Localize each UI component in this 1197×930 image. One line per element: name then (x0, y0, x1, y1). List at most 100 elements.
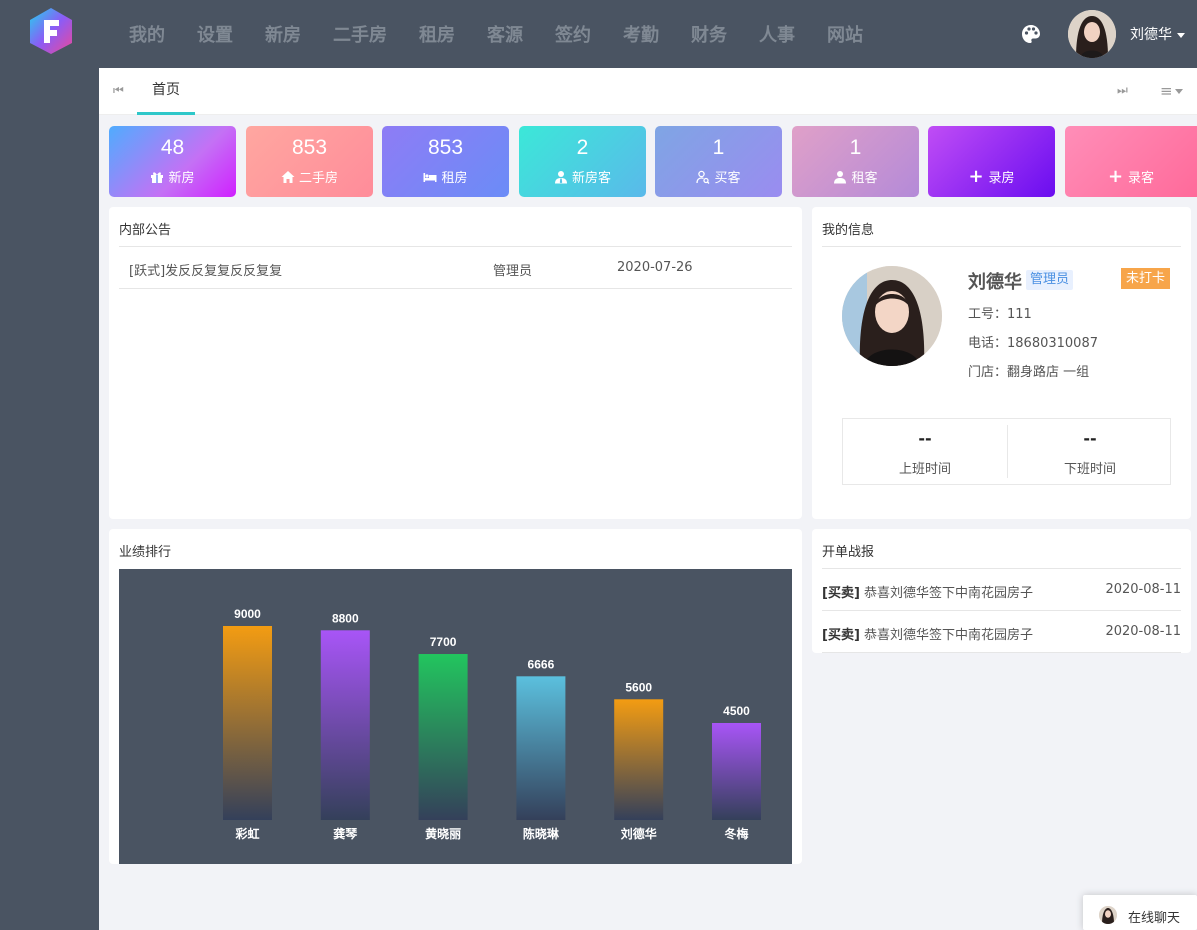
clock-in-value: -- (918, 429, 932, 448)
nav-item-contracts[interactable]: 签约 (555, 21, 591, 47)
category-label: 龚琴 (333, 826, 358, 841)
bar-2[interactable] (418, 654, 468, 820)
bar-value-label: 6666 (528, 657, 555, 671)
card-count: 2 (576, 136, 589, 159)
notice-item-author: 管理员 (493, 264, 533, 279)
report-row[interactable]: [买卖] 恭喜刘德华签下中南花园房子 2020-08-11 (822, 611, 1181, 653)
category-label: 刘德华 (621, 826, 657, 841)
card-label: 录客 (1128, 171, 1155, 186)
chat-avatar (1099, 906, 1117, 924)
bar-value-label: 5600 (625, 680, 652, 694)
my-info-panel: 我的信息 刘德华 管理员 未打卡 工号：111 电话：18680310087 门… (812, 207, 1191, 519)
user-avatar[interactable] (1068, 10, 1116, 58)
bed-icon (423, 172, 437, 182)
card-new-house[interactable]: 48 新房 (109, 126, 236, 197)
notice-item-date: 2020-07-26 (617, 260, 693, 275)
notice-panel: 内部公告 [跃式]发反反复复反反复复 管理员 2020-07-26 (109, 207, 802, 519)
report-text: 恭喜刘德华签下中南花园房子 (859, 628, 1034, 643)
ranking-panel: 业绩排行 9000 彩虹 8800 龚琴 7700 黄晓丽 6666 陈晓琳 5600 刘德华 45… (109, 529, 802, 864)
ranking-title: 业绩排行 (119, 545, 172, 560)
plus-icon: + (1107, 166, 1124, 187)
clock-box: -- 上班时间 -- 下班时间 (842, 418, 1171, 485)
card-new-customer[interactable]: 2 新房客 (519, 126, 646, 197)
report-title: 开单战报 (822, 545, 875, 560)
card-second-hand[interactable]: 853 二手房 (246, 126, 373, 197)
bar-1[interactable] (320, 630, 370, 820)
clock-in: -- 上班时间 (843, 419, 1007, 484)
clock-out-value: -- (1083, 429, 1097, 448)
card-label: 录房 (988, 171, 1015, 186)
card-tenant[interactable]: 1 租客 (792, 126, 919, 197)
tab-home[interactable]: 首页 (137, 68, 195, 115)
user-icon (834, 170, 847, 183)
scroll-right-icon[interactable]: ⏭ (1117, 83, 1128, 98)
role-badge: 管理员 (1026, 270, 1074, 290)
user-menu[interactable]: 刘德华 (1130, 24, 1185, 44)
palette-icon[interactable] (1020, 23, 1042, 45)
bar-3[interactable] (516, 676, 566, 820)
tab-menu-icon[interactable]: ≡ (1160, 82, 1183, 100)
category-label: 陈晓琳 (523, 826, 560, 841)
card-add-house[interactable]: + 录房 (928, 126, 1055, 197)
house-icon (281, 170, 295, 183)
chat-label: 在线聊天 (1128, 911, 1181, 926)
user-search-icon (696, 170, 710, 184)
profile-store: 门店：翻身路店 一组 (968, 365, 1090, 380)
clock-status-badge: 未打卡 (1121, 268, 1170, 289)
sidebar (0, 68, 99, 930)
nav-item-settings[interactable]: 设置 (197, 21, 233, 47)
bar-4[interactable] (614, 699, 664, 820)
category-label: 冬梅 (724, 826, 748, 841)
bar-value-label: 8800 (332, 611, 359, 625)
nav-item-hr[interactable]: 人事 (759, 21, 795, 47)
my-info-title: 我的信息 (822, 223, 875, 238)
card-rental[interactable]: 853 租房 (382, 126, 509, 197)
nav-item-finance[interactable]: 财务 (691, 21, 727, 47)
bar-value-label: 9000 (234, 607, 261, 621)
card-label: 买客 (714, 171, 741, 186)
report-panel: 开单战报 [买卖] 恭喜刘德华签下中南花园房子 2020-08-11 [买卖] … (812, 529, 1191, 653)
profile-job-number: 工号：111 (968, 307, 1032, 322)
profile-avatar (842, 266, 942, 366)
report-date: 2020-08-11 (1105, 624, 1181, 639)
nav-item-attendance[interactable]: 考勤 (623, 21, 659, 47)
top-bar: 我的 设置 新房 二手房 租房 客源 签约 考勤 财务 人事 网站 刘德华 (0, 0, 1197, 68)
nav-item-website[interactable]: 网站 (827, 21, 863, 47)
profile-phone: 电话：18680310087 (968, 336, 1098, 351)
report-text: 恭喜刘德华签下中南花园房子 (859, 586, 1034, 601)
card-count: 1 (849, 136, 862, 159)
bar-value-label: 7700 (430, 635, 457, 649)
bar-5[interactable] (712, 723, 761, 820)
nav-item-customers[interactable]: 客源 (487, 21, 523, 47)
user-tie-icon (554, 170, 567, 183)
category-label: 黄晓丽 (425, 826, 461, 841)
nav-item-new-house[interactable]: 新房 (265, 21, 301, 47)
clock-in-label: 上班时间 (898, 462, 951, 477)
nav-item-second-hand[interactable]: 二手房 (333, 21, 387, 47)
card-count: 853 (291, 136, 328, 159)
username: 刘德华 (1130, 27, 1172, 43)
scroll-left-icon[interactable]: ⏮ (113, 83, 124, 98)
plus-icon: + (968, 166, 984, 187)
card-count: 48 (160, 136, 185, 159)
card-label: 新房客 (571, 171, 611, 186)
notice-title: 内部公告 (119, 223, 172, 238)
card-label: 新房 (168, 171, 195, 186)
notice-row[interactable]: [跃式]发反反复复反反复复 管理员 2020-07-26 (119, 247, 792, 289)
card-label: 二手房 (298, 171, 338, 186)
profile-name: 刘德华 (968, 272, 1022, 293)
logo-icon[interactable] (28, 7, 74, 55)
nav-item-mine[interactable]: 我的 (129, 21, 165, 47)
report-tag: [买卖] (822, 628, 860, 643)
bar-0[interactable] (223, 626, 272, 820)
tab-bar: ⏮ 首页 ⏭ ≡ (99, 68, 1197, 115)
report-date: 2020-08-11 (1105, 582, 1181, 597)
clock-out-label: 下班时间 (1063, 462, 1116, 477)
card-add-customer[interactable]: + 录客 (1065, 126, 1197, 197)
report-row[interactable]: [买卖] 恭喜刘德华签下中南花园房子 2020-08-11 (822, 569, 1181, 611)
report-tag: [买卖] (822, 586, 860, 601)
nav-item-rental[interactable]: 租房 (419, 21, 455, 47)
category-label: 彩虹 (234, 826, 259, 841)
online-chat-button[interactable]: 在线聊天 (1083, 895, 1197, 930)
card-buyer[interactable]: 1 买客 (655, 126, 782, 197)
